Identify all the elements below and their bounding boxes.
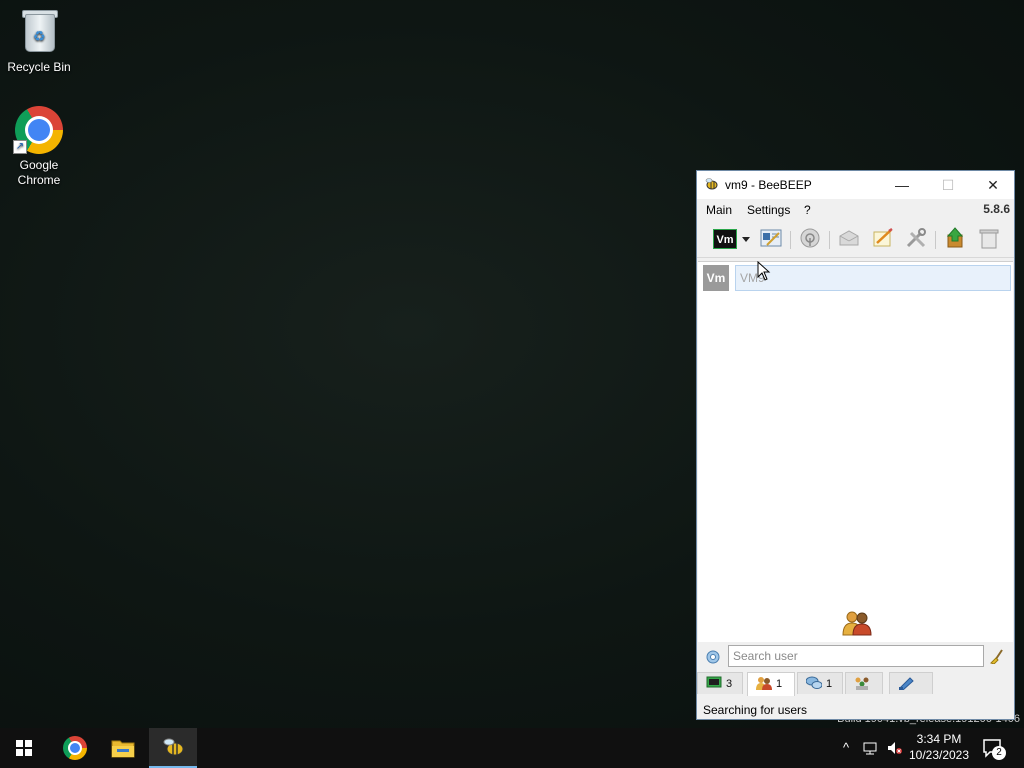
tab-files[interactable] xyxy=(889,672,933,694)
notification-count-badge: 2 xyxy=(992,746,1006,760)
user-name[interactable]: VM9 xyxy=(735,265,1011,291)
tab-count: 3 xyxy=(726,678,733,690)
recycle-bin-icon: ♻ xyxy=(15,8,63,56)
clock-date: 10/23/2023 xyxy=(908,748,970,762)
tab-groups[interactable] xyxy=(845,672,883,694)
chrome-icon: ↗ xyxy=(13,106,63,154)
chevron-up-icon[interactable]: ^ xyxy=(838,740,854,756)
bee-app-icon xyxy=(705,178,718,190)
list-item[interactable]: Vm VM9 xyxy=(703,265,1011,293)
chat-screen-icon xyxy=(706,676,722,688)
avatar: Vm xyxy=(703,265,729,291)
menu-settings[interactable]: Settings xyxy=(747,203,790,217)
volume-muted-icon[interactable] xyxy=(886,740,902,756)
taskbar: ^ 3:34 PM 10/23/2023 2 xyxy=(0,728,1024,768)
menu-help[interactable]: ? xyxy=(804,203,811,217)
user-list: Vm VM9 xyxy=(698,261,1013,642)
windows-logo-icon xyxy=(16,740,32,756)
close-button[interactable]: ✕ xyxy=(970,171,1016,199)
users-icon xyxy=(756,677,772,690)
menu-bar: Main Settings ? 5.8.6 xyxy=(697,199,1014,221)
title-bar[interactable]: vm9 - BeeBEEP — ☐ ✕ xyxy=(697,171,1014,199)
bee-app-icon xyxy=(163,738,184,756)
chevron-down-icon[interactable] xyxy=(742,237,750,242)
status-text: Searching for users xyxy=(703,703,808,717)
edit-profile-icon[interactable] xyxy=(759,227,783,249)
search-input[interactable] xyxy=(728,645,984,667)
tab-chats[interactable]: 3 xyxy=(697,672,743,694)
version-label: 5.8.6 xyxy=(983,202,1010,216)
clock-time: 3:34 PM xyxy=(916,732,962,746)
recycle-bin-shortcut[interactable]: ♻ Recycle Bin xyxy=(1,8,77,75)
taskbar-file-explorer[interactable] xyxy=(99,728,147,768)
chrome-icon xyxy=(63,736,87,760)
tab-users[interactable]: 1 xyxy=(747,672,795,696)
clear-search-icon[interactable] xyxy=(990,648,1006,664)
toolbar: Vm xyxy=(697,221,1014,258)
search-bar xyxy=(697,645,1014,671)
mouse-cursor-icon xyxy=(757,261,771,281)
tab-count: 1 xyxy=(776,678,783,690)
taskbar-beebeep[interactable] xyxy=(149,728,197,768)
chat-bubbles-icon xyxy=(806,676,822,689)
recycle-bin-label: Recycle Bin xyxy=(7,60,71,74)
update-icon[interactable] xyxy=(943,227,967,249)
menu-main[interactable]: Main xyxy=(706,203,732,217)
trash-icon[interactable] xyxy=(977,227,1001,249)
window-title: vm9 - BeeBEEP xyxy=(725,178,812,192)
group-icon xyxy=(855,677,869,690)
status-bar: Searching for users xyxy=(697,698,1014,720)
user-status-button[interactable]: Vm xyxy=(713,229,737,249)
start-button[interactable] xyxy=(0,728,48,768)
tab-conversations[interactable]: 1 xyxy=(797,672,843,694)
taskbar-chrome[interactable] xyxy=(50,728,98,768)
broadcast-icon[interactable] xyxy=(837,227,861,249)
maximize-button[interactable]: ☐ xyxy=(925,171,971,199)
filter-icon[interactable] xyxy=(705,649,721,665)
minimize-button[interactable]: — xyxy=(879,171,925,199)
beebeep-window: vm9 - BeeBEEP — ☐ ✕ Main Settings ? 5.8.… xyxy=(696,170,1015,720)
bottom-tabs: 3 1 1 xyxy=(697,672,1014,696)
note-edit-icon[interactable] xyxy=(871,227,895,249)
folder-icon xyxy=(111,740,135,758)
users-group-icon xyxy=(842,611,872,636)
taskbar-clock[interactable]: 3:34 PM 10/23/2023 xyxy=(906,731,972,763)
google-chrome-shortcut[interactable]: ↗ Google Chrome xyxy=(1,106,77,188)
file-transfer-icon xyxy=(899,677,914,690)
network-icon[interactable] xyxy=(798,227,822,249)
tools-icon[interactable] xyxy=(904,227,928,249)
shortcut-arrow-icon: ↗ xyxy=(13,140,27,154)
network-icon[interactable] xyxy=(862,740,878,756)
google-chrome-label: Google Chrome xyxy=(17,158,61,187)
tab-count: 1 xyxy=(826,678,833,690)
